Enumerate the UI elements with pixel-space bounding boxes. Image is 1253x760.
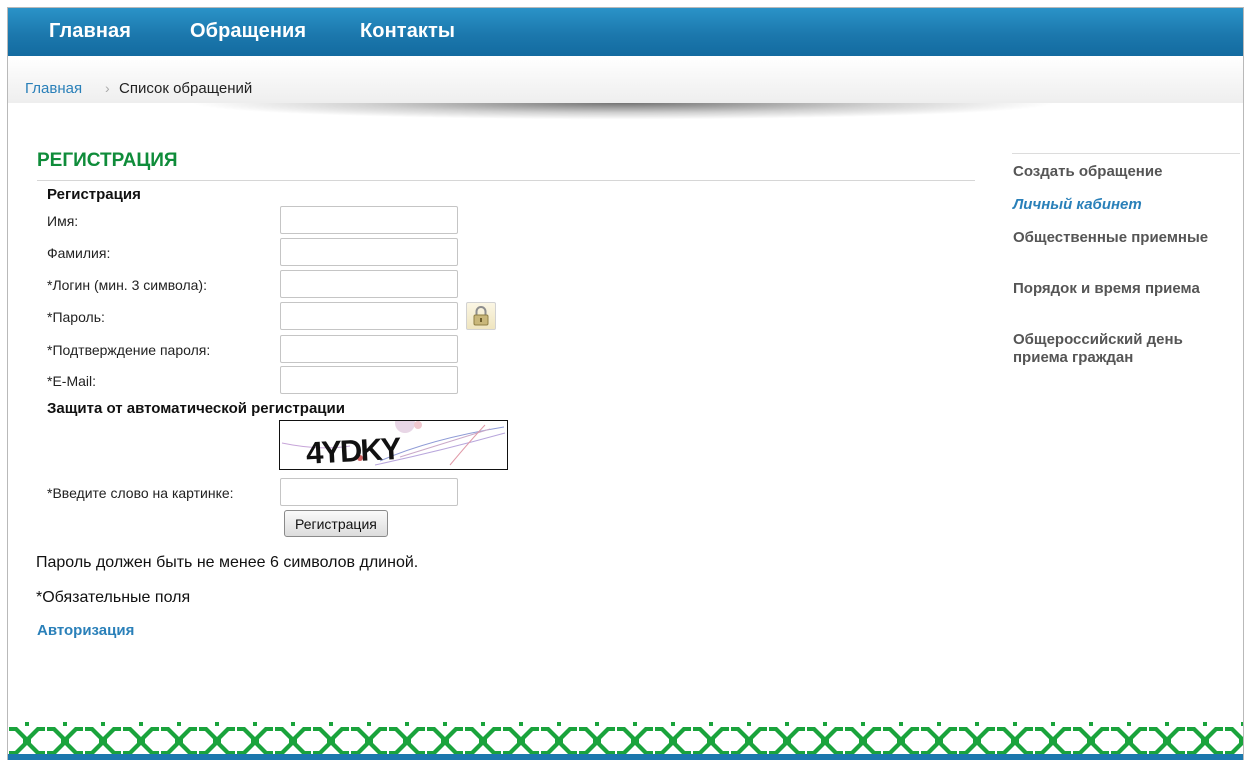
last-name-label: Фамилия: — [47, 245, 111, 261]
password-input[interactable] — [280, 302, 458, 330]
sidebar-item-reception-day[interactable]: Общероссийский день приема граждан — [1013, 331, 1233, 367]
captcha-graphic: 4YDKY — [281, 413, 506, 471]
breadcrumb-current: Список обращений — [119, 80, 253, 97]
nav-appeals-link[interactable]: Обращения — [190, 20, 306, 43]
header-shadow — [48, 103, 1198, 125]
email-label: *E-Mail: — [47, 373, 97, 389]
ornament-border — [8, 721, 1243, 760]
sidebar-item-create-appeal[interactable]: Создать обращение — [1013, 163, 1233, 181]
form-section-title: Регистрация — [47, 186, 141, 203]
password-confirm-label: *Подтверждение пароля: — [47, 342, 211, 358]
register-button[interactable]: Регистрация — [284, 510, 388, 537]
nav-contacts-link[interactable]: Контакты — [360, 20, 455, 43]
sidebar-item-reception-schedule[interactable]: Порядок и время приема — [1013, 280, 1233, 298]
top-navigation: Главная Обращения Контакты — [8, 8, 1243, 56]
lock-icon-graphic — [473, 306, 489, 326]
lock-icon[interactable] — [466, 302, 496, 330]
login-input[interactable] — [280, 270, 458, 298]
captcha-input[interactable] — [280, 478, 458, 506]
password-rule-note: Пароль должен быть не менее 6 символов д… — [36, 554, 419, 571]
authorization-link[interactable]: Авторизация — [37, 622, 134, 639]
captcha-text: 4YDKY — [305, 431, 402, 469]
first-name-input[interactable] — [280, 206, 458, 234]
title-divider — [37, 180, 975, 181]
captcha-image: 4YDKY — [279, 413, 508, 471]
nav-home-link[interactable]: Главная — [49, 20, 131, 43]
password-label: *Пароль: — [47, 309, 105, 325]
last-name-input[interactable] — [280, 238, 458, 266]
breadcrumb-home-link[interactable]: Главная — [25, 80, 82, 97]
breadcrumb: Главная › Список обращений — [8, 56, 1243, 103]
email-input[interactable] — [280, 366, 458, 394]
captcha-label: *Введите слово на картинке: — [47, 485, 234, 501]
captcha-section-title: Защита от автоматической регистрации — [47, 400, 345, 417]
required-fields-note: *Обязательные поля — [36, 589, 191, 606]
sidebar-item-public-offices[interactable]: Общественные приемные — [1013, 229, 1233, 247]
password-confirm-input[interactable] — [280, 335, 458, 363]
breadcrumb-separator-icon: › — [105, 80, 110, 96]
page-frame: Главная Обращения Контакты Главная › Спи… — [7, 7, 1244, 760]
login-label: *Логин (мин. 3 символа): — [47, 277, 207, 293]
first-name-label: Имя: — [47, 213, 79, 229]
sidebar-divider — [1012, 153, 1240, 154]
page-title: РЕГИСТРАЦИЯ — [37, 150, 178, 171]
sidebar-item-personal-cabinet[interactable]: Личный кабинет — [1013, 196, 1233, 214]
